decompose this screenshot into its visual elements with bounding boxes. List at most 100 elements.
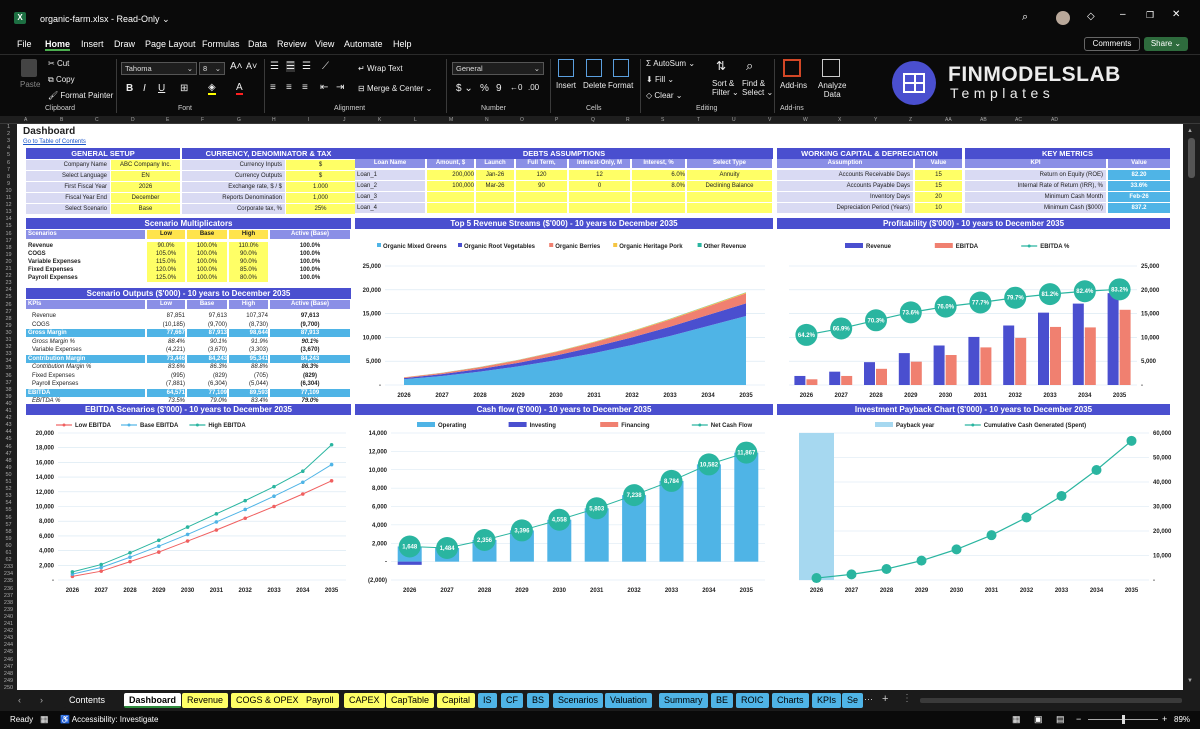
row-header[interactable]: 35	[0, 365, 17, 371]
row-header[interactable]: 52	[0, 486, 17, 492]
tab-charts[interactable]: Charts	[772, 693, 809, 708]
column-header[interactable]: U	[732, 117, 736, 123]
gs-value[interactable]: December	[111, 193, 180, 203]
chevron-down-icon[interactable]: ⌄	[162, 14, 170, 24]
row-header[interactable]: 37	[0, 380, 17, 386]
wc-value[interactable]: 10	[915, 203, 962, 213]
decrease-decimal-icon[interactable]: .00	[528, 83, 539, 92]
avatar[interactable]	[1056, 11, 1070, 25]
menu-automate[interactable]: Automate	[344, 39, 383, 49]
row-header[interactable]: 20	[0, 259, 17, 265]
tab-be[interactable]: BE	[711, 693, 734, 708]
row-header[interactable]: 245	[0, 649, 17, 655]
row-header[interactable]: 28	[0, 316, 17, 322]
align-top-icon[interactable]: ☰	[270, 61, 279, 72]
gs-value[interactable]: 2026	[111, 182, 180, 192]
restore-icon[interactable]: ❐	[1146, 10, 1154, 21]
row-header[interactable]: 240	[0, 614, 17, 620]
tab-bs[interactable]: BS	[527, 693, 550, 708]
mult-value[interactable]: 90.0%	[229, 258, 268, 266]
mult-value[interactable]: 100.0%	[187, 258, 227, 266]
row-header[interactable]: 1	[0, 124, 17, 130]
mult-value[interactable]: 85.0%	[229, 266, 268, 274]
row-header[interactable]: 236	[0, 586, 17, 592]
row-header[interactable]: 56	[0, 515, 17, 521]
row-header[interactable]: 44	[0, 429, 17, 435]
loan-field[interactable]: 200,000	[427, 170, 474, 180]
loan-field[interactable]	[687, 192, 772, 202]
macro-icon[interactable]: ▦	[40, 714, 49, 725]
mult-value[interactable]: 80.0%	[229, 274, 268, 282]
tab-payroll[interactable]: Payroll	[301, 693, 339, 708]
insert-cells-button[interactable]: Insert	[556, 81, 576, 90]
gs-value[interactable]: ABC Company Inc.	[111, 160, 180, 170]
column-header[interactable]: Q	[591, 117, 595, 123]
mult-value[interactable]: 100.0%	[187, 250, 227, 258]
merge-center-button[interactable]: ⊟ Merge & Center ⌄	[358, 84, 432, 93]
row-header[interactable]: 239	[0, 607, 17, 613]
row-header[interactable]: 38	[0, 387, 17, 393]
mult-value[interactable]: 100.0%	[187, 242, 227, 250]
row-header[interactable]: 248	[0, 671, 17, 677]
mult-value[interactable]: 125.0%	[147, 274, 185, 282]
row-header[interactable]: 21	[0, 266, 17, 272]
currency-value[interactable]: $	[286, 171, 355, 181]
percent-icon[interactable]: %	[480, 83, 489, 94]
row-header[interactable]: 54	[0, 500, 17, 506]
menu-formulas[interactable]: Formulas	[202, 39, 240, 49]
loan-field[interactable]	[476, 192, 514, 202]
loan-field[interactable]: 12	[569, 170, 630, 180]
row-header[interactable]: 13	[0, 209, 17, 215]
loan-field[interactable]	[569, 192, 630, 202]
copy-button[interactable]: ⧉ Copy	[48, 75, 75, 85]
comma-icon[interactable]: 9	[496, 83, 502, 94]
row-header[interactable]: 233	[0, 564, 17, 570]
row-header[interactable]: 237	[0, 593, 17, 599]
zoom-out-icon[interactable]: −	[1076, 714, 1081, 724]
tab-summary[interactable]: Summary	[659, 693, 708, 708]
row-header[interactable]: 12	[0, 202, 17, 208]
menu-home[interactable]: Home	[45, 39, 71, 51]
scroll-up-icon[interactable]: ▲	[1187, 128, 1193, 134]
align-bottom-icon[interactable]: ☰	[302, 61, 311, 72]
autosum-button[interactable]: Σ AutoSum ⌄	[646, 59, 695, 68]
loan-field[interactable]	[516, 192, 567, 202]
column-header[interactable]: H	[272, 117, 276, 123]
orientation-icon[interactable]: ⟋	[322, 61, 329, 72]
more-tabs-icon[interactable]: ⋯	[864, 694, 873, 705]
column-header[interactable]: G	[237, 117, 241, 123]
tab-se[interactable]: Se	[842, 693, 864, 708]
align-left-icon[interactable]: ≡	[270, 82, 276, 93]
addins-icon[interactable]	[783, 59, 801, 77]
loan-field[interactable]: 90	[516, 181, 567, 191]
bold-icon[interactable]: B	[126, 83, 133, 94]
loan-field[interactable]: Mar-26	[476, 181, 514, 191]
loan-field[interactable]	[516, 203, 567, 213]
diamond-icon[interactable]: ◇	[1087, 11, 1095, 22]
column-header[interactable]: AA	[945, 117, 952, 123]
loan-field[interactable]: 8.0%	[632, 181, 685, 191]
row-header[interactable]: 33	[0, 351, 17, 357]
column-header[interactable]: F	[201, 117, 204, 123]
delete-cells-icon[interactable]	[586, 59, 602, 77]
fill-color-icon[interactable]: ◈	[208, 82, 216, 95]
find-select-button[interactable]: Find & Select ⌄	[742, 79, 773, 97]
gs-value[interactable]: Base	[111, 204, 180, 214]
decrease-indent-icon[interactable]: ⇤	[320, 82, 328, 93]
italic-icon[interactable]: I	[143, 83, 146, 94]
row-header[interactable]: 32	[0, 344, 17, 350]
loan-field[interactable]: Jan-26	[476, 170, 514, 180]
scroll-down-icon[interactable]: ▼	[1187, 678, 1193, 684]
row-header[interactable]: 25	[0, 294, 17, 300]
menu-page-layout[interactable]: Page Layout	[145, 39, 196, 49]
sort-filter-button[interactable]: Sort & Filter ⌄	[712, 79, 739, 97]
row-header[interactable]: 31	[0, 337, 17, 343]
mult-value[interactable]: 90.0%	[147, 242, 185, 250]
row-header[interactable]: 34	[0, 358, 17, 364]
row-header[interactable]: 49	[0, 465, 17, 471]
add-sheet-icon[interactable]: +	[882, 693, 888, 705]
align-middle-icon[interactable]: ☰	[286, 61, 295, 72]
find-icon[interactable]: ⌕	[746, 58, 753, 74]
column-header[interactable]: A	[24, 117, 27, 123]
mult-value[interactable]: 105.0%	[147, 250, 185, 258]
